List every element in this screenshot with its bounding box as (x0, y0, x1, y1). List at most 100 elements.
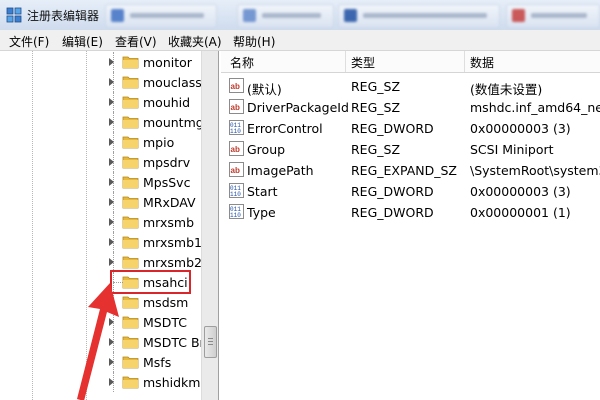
string-value-icon: ab (229, 99, 244, 114)
tree-item-label: mouclass (143, 75, 202, 90)
blurred-taskbar-tab[interactable] (338, 4, 500, 28)
value-type: REG_SZ (351, 142, 401, 157)
folder-icon (122, 336, 139, 349)
folder-icon (122, 136, 139, 149)
table-row[interactable]: 011 110 Type REG_DWORD 0x00000001 (1) (221, 201, 600, 222)
expand-arrow-icon[interactable] (109, 258, 114, 266)
tree-item[interactable]: MRxDAV (0, 192, 200, 212)
value-data: 0x00000003 (3) (470, 184, 571, 199)
folder-icon (122, 196, 139, 209)
value-name: DriverPackageId (247, 100, 349, 115)
column-header-name[interactable]: 名称 (230, 54, 254, 71)
value-name: Group (247, 142, 286, 157)
expand-arrow-icon[interactable] (109, 118, 114, 126)
string-value-icon: ab (229, 78, 244, 93)
annotation-arrow-icon (77, 283, 119, 400)
folder-icon (122, 56, 139, 69)
string-value-icon: ab (229, 141, 244, 156)
value-data: 0x00000001 (1) (470, 205, 571, 220)
svg-text:ab: ab (231, 103, 240, 112)
registry-value-list[interactable]: 名称 类型 数据 ab (默认) REG_SZ (数值未设置) ab Drive… (221, 51, 600, 400)
folder-icon (122, 216, 139, 229)
tree-item[interactable]: mpio (0, 132, 200, 152)
value-data: mshdc.inf_amd64_neutral (470, 100, 600, 115)
tree-item-label: mouhid (143, 95, 191, 110)
folder-icon (122, 96, 139, 109)
tree-item[interactable]: monitor (0, 52, 200, 72)
registry-editor-icon (6, 7, 22, 23)
dword-value-icon: 011110 (229, 183, 244, 198)
folder-icon (122, 256, 139, 269)
column-header-data[interactable]: 数据 (470, 54, 494, 71)
tree-item-label: MRxDAV (143, 195, 196, 210)
tree-item[interactable]: mouclass (0, 72, 202, 92)
tree-item-label: monitor (143, 55, 192, 70)
blurred-taskbar-tab[interactable] (237, 4, 334, 28)
tree-item[interactable]: MpsSvc (0, 172, 200, 192)
folder-icon (122, 76, 139, 89)
value-type: REG_DWORD (351, 121, 434, 136)
dword-value-icon: 011110 (229, 204, 244, 219)
tree-item[interactable]: mrxsmb10 (0, 232, 210, 252)
blurred-taskbar-tab[interactable] (506, 4, 600, 28)
table-row[interactable]: ab DriverPackageId REG_SZ mshdc.inf_amd6… (221, 96, 600, 117)
tree-item[interactable]: mrxsmb (0, 212, 200, 232)
tree-item-label: Msfs (143, 355, 172, 370)
svg-text:110: 110 (230, 128, 241, 135)
folder-icon (122, 296, 139, 309)
registry-key-tree[interactable]: monitor mouclass mouhid mountmg mpio mps… (0, 51, 219, 400)
tree-scrollbar[interactable] (201, 51, 218, 400)
menu-bar: 文件(F) 编辑(E) 查看(V) 收藏夹(A) 帮助(H) (0, 30, 600, 51)
menu-file[interactable]: 文件(F) (9, 33, 49, 50)
menu-help[interactable]: 帮助(H) (233, 33, 275, 50)
expand-arrow-icon[interactable] (109, 98, 114, 106)
tree-item-label: mrxsmb (143, 215, 195, 230)
menu-view[interactable]: 查看(V) (115, 33, 157, 50)
tree-item-label: MSDTC Br (143, 335, 205, 350)
tree-item-label: mountmg (143, 115, 204, 130)
tree-item-label: mrxsmb20 (143, 255, 210, 270)
svg-text:110: 110 (230, 191, 241, 198)
expand-arrow-icon[interactable] (109, 218, 114, 226)
table-row[interactable]: 011 110 ErrorControl REG_DWORD 0x00000003… (221, 117, 600, 138)
expand-arrow-icon[interactable] (109, 58, 114, 66)
table-row[interactable]: ab Group REG_SZ SCSI Miniport (221, 138, 600, 159)
tree-item-label: mpsdrv (143, 155, 191, 170)
tree-item[interactable]: mountmg (0, 112, 204, 132)
expand-arrow-icon[interactable] (109, 158, 114, 166)
expand-arrow-icon[interactable] (109, 198, 114, 206)
value-type: REG_EXPAND_SZ (351, 163, 457, 178)
value-data: \SystemRoot\system32 (470, 163, 600, 178)
blurred-taskbar-tab[interactable] (105, 4, 217, 28)
scrollbar-thumb[interactable] (204, 326, 217, 358)
highlight-box (110, 270, 191, 294)
menu-edit[interactable]: 编辑(E) (62, 33, 103, 50)
string-value-icon: ab (229, 162, 244, 177)
expand-arrow-icon[interactable] (109, 178, 114, 186)
column-header-type[interactable]: 类型 (351, 54, 375, 71)
tree-item-label: MpsSvc (143, 175, 191, 190)
menu-favorites[interactable]: 收藏夹(A) (168, 33, 222, 50)
tree-item-label: mshidkmd (143, 375, 209, 390)
tree-item[interactable]: mpsdrv (0, 152, 200, 172)
svg-text:ab: ab (231, 166, 240, 175)
tree-item-label: MSDTC (143, 315, 187, 330)
table-row[interactable]: ab (默认) REG_SZ (数值未设置) (221, 75, 600, 97)
tree-item[interactable]: mouhid (0, 92, 200, 112)
value-name: Type (247, 205, 276, 220)
expand-arrow-icon[interactable] (109, 238, 114, 246)
table-row[interactable]: ab ImagePath REG_EXPAND_SZ \SystemRoot\s… (221, 159, 600, 180)
value-name: ErrorControl (247, 121, 323, 136)
folder-icon (122, 116, 139, 129)
table-row[interactable]: 011 110 Start REG_DWORD 0x00000003 (3) (221, 180, 600, 201)
value-name: ImagePath (247, 163, 314, 178)
value-type: REG_DWORD (351, 184, 434, 199)
value-type: REG_SZ (351, 100, 401, 115)
expand-arrow-icon[interactable] (109, 78, 114, 86)
expand-arrow-icon[interactable] (109, 138, 114, 146)
tree-item-label: mpio (143, 135, 175, 150)
column-divider[interactable] (464, 51, 465, 72)
tree-item[interactable]: mrxsmb20 (0, 252, 210, 272)
value-name: Start (247, 184, 278, 199)
column-divider[interactable] (345, 51, 346, 72)
